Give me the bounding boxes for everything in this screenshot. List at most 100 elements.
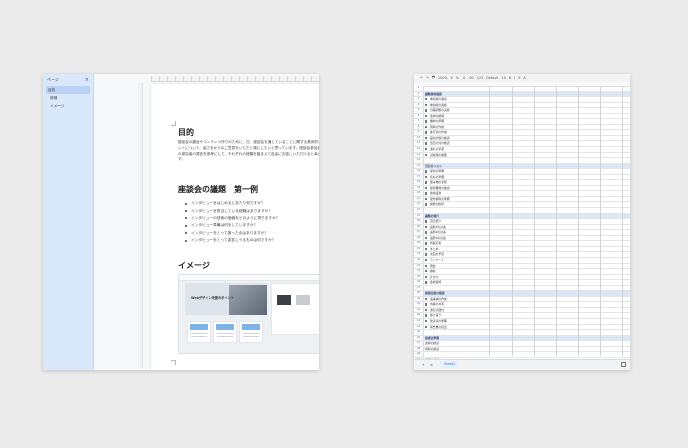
toolbar-item[interactable]: B — [509, 76, 511, 80]
checkbox[interactable] — [425, 120, 428, 123]
toolbar-item[interactable]: ↷ — [426, 76, 429, 80]
checkbox[interactable] — [425, 303, 428, 306]
checkbox[interactable] — [425, 203, 428, 206]
checkbox[interactable] — [425, 236, 428, 240]
checkbox[interactable] — [425, 308, 428, 312]
row-number[interactable]: 45 — [414, 330, 424, 335]
toolbar-item[interactable]: 10 — [502, 76, 506, 80]
row-number[interactable]: 48 — [414, 346, 424, 352]
checkbox[interactable] — [425, 197, 428, 201]
row-number[interactable]: 40 — [414, 302, 424, 307]
row-number[interactable]: 8 — [414, 124, 424, 130]
checkbox[interactable] — [425, 175, 428, 179]
row-number[interactable]: 49 — [414, 352, 424, 357]
checkbox[interactable] — [425, 242, 428, 245]
checkbox[interactable] — [425, 109, 428, 112]
row-number[interactable]: 47 — [414, 341, 424, 346]
checkbox[interactable] — [425, 258, 428, 262]
row-number[interactable]: 12 — [414, 147, 424, 152]
embedded-website-image[interactable]: Webデザイン改善のポイント — [178, 274, 319, 354]
checkbox[interactable] — [425, 264, 428, 267]
outline-item-purpose[interactable]: 目的 — [46, 86, 90, 94]
row-number[interactable]: 6 — [414, 113, 424, 119]
checkbox[interactable] — [425, 131, 428, 134]
row-number[interactable]: 9 — [414, 130, 424, 135]
row-number[interactable]: 32 — [414, 257, 424, 263]
toolbar-item[interactable]: .00 — [468, 76, 473, 80]
checkbox[interactable] — [425, 142, 428, 145]
checkbox[interactable] — [425, 125, 428, 129]
row-number[interactable]: 1 — [414, 86, 424, 91]
row-number[interactable]: 35 — [414, 274, 424, 280]
checkbox[interactable] — [425, 98, 428, 101]
checkbox[interactable] — [425, 114, 428, 118]
row-number[interactable]: 22 — [414, 202, 424, 208]
checkbox[interactable] — [425, 153, 428, 156]
row-number[interactable]: 37 — [414, 285, 424, 291]
checkbox[interactable] — [425, 186, 428, 190]
toolbar-item[interactable]: I — [514, 76, 515, 80]
toolbar-item[interactable]: 100% — [438, 76, 448, 80]
row-number[interactable]: 19 — [414, 185, 424, 191]
toolbar-item[interactable]: S — [518, 76, 520, 80]
row-number[interactable]: 10 — [414, 135, 424, 141]
tab-sheet1[interactable]: Sheet1 — [440, 361, 460, 368]
row-number[interactable]: 42 — [414, 313, 424, 318]
document-page[interactable]: 目的 座談会の趣旨やコンテンツ作りのために、日、座談会を通していることに関する具… — [151, 84, 319, 370]
row-number[interactable]: 2 — [414, 91, 424, 97]
row-number[interactable]: 23 — [414, 208, 424, 213]
vertical-ruler[interactable] — [138, 83, 143, 368]
row-number[interactable]: 3 — [414, 97, 424, 102]
outline-item-details[interactable]: 詳細 — [43, 94, 93, 102]
add-sheet-button[interactable]: + — [422, 363, 425, 367]
checkbox[interactable] — [425, 275, 428, 278]
row-number[interactable]: 30 — [414, 246, 424, 252]
toolbar-item[interactable]: A — [523, 76, 525, 80]
row-number[interactable]: 26 — [414, 224, 424, 230]
checkbox[interactable] — [425, 319, 428, 323]
row-number[interactable]: 25 — [414, 219, 424, 224]
row-number[interactable]: 44 — [414, 324, 424, 330]
row-number[interactable]: 28 — [414, 235, 424, 241]
all-sheets-button[interactable]: ≡ — [430, 363, 433, 367]
toolbar-item[interactable]: 🖶 — [432, 75, 435, 81]
row-number[interactable]: 34 — [414, 269, 424, 274]
row-number[interactable]: 36 — [414, 280, 424, 285]
row-number[interactable]: 7 — [414, 119, 424, 124]
row-number[interactable]: 43 — [414, 318, 424, 324]
outline-item-image[interactable]: イメージ — [43, 102, 93, 110]
checkbox[interactable] — [425, 136, 428, 140]
row-number[interactable]: 16 — [414, 169, 424, 174]
checkbox[interactable] — [425, 231, 428, 234]
sheet-grid[interactable]: 1 2 議題事前確認 3 参加者の確認 4 参加者の連絡 5 日程調整の実施 6 会場の確保 7 機材の… — [414, 86, 630, 370]
row-number[interactable]: 17 — [414, 174, 424, 180]
row-number[interactable]: 18 — [414, 180, 424, 185]
row-number[interactable]: 24 — [414, 213, 424, 219]
row-number[interactable]: 14 — [414, 158, 424, 163]
toolbar-item[interactable]: .0 — [462, 76, 465, 80]
horizontal-ruler[interactable] — [151, 76, 319, 82]
row-number[interactable]: 38 — [414, 291, 424, 296]
close-icon[interactable]: × — [85, 77, 89, 83]
row-number[interactable]: 41 — [414, 307, 424, 313]
checkbox[interactable] — [425, 314, 428, 317]
checkbox[interactable] — [425, 247, 428, 251]
checkbox[interactable] — [425, 103, 428, 107]
checkbox[interactable] — [425, 297, 428, 301]
row-number[interactable]: 46 — [414, 335, 424, 341]
checkbox[interactable] — [425, 270, 428, 273]
checkbox[interactable] — [425, 325, 428, 328]
row-number[interactable]: 29 — [414, 241, 424, 246]
row-number[interactable]: 4 — [414, 102, 424, 108]
checkbox[interactable] — [425, 170, 428, 173]
row-number[interactable]: 11 — [414, 141, 424, 147]
row-number[interactable]: 20 — [414, 191, 424, 196]
toolbar-item[interactable]: ↶ — [420, 76, 423, 80]
checkbox[interactable] — [425, 220, 428, 223]
checkbox[interactable] — [425, 148, 428, 151]
toolbar-item[interactable]: % — [456, 76, 459, 80]
explore-icon[interactable] — [621, 362, 626, 367]
row-number[interactable]: 39 — [414, 296, 424, 302]
toolbar-item[interactable]: Default — [486, 76, 498, 80]
checkbox[interactable] — [425, 281, 428, 284]
